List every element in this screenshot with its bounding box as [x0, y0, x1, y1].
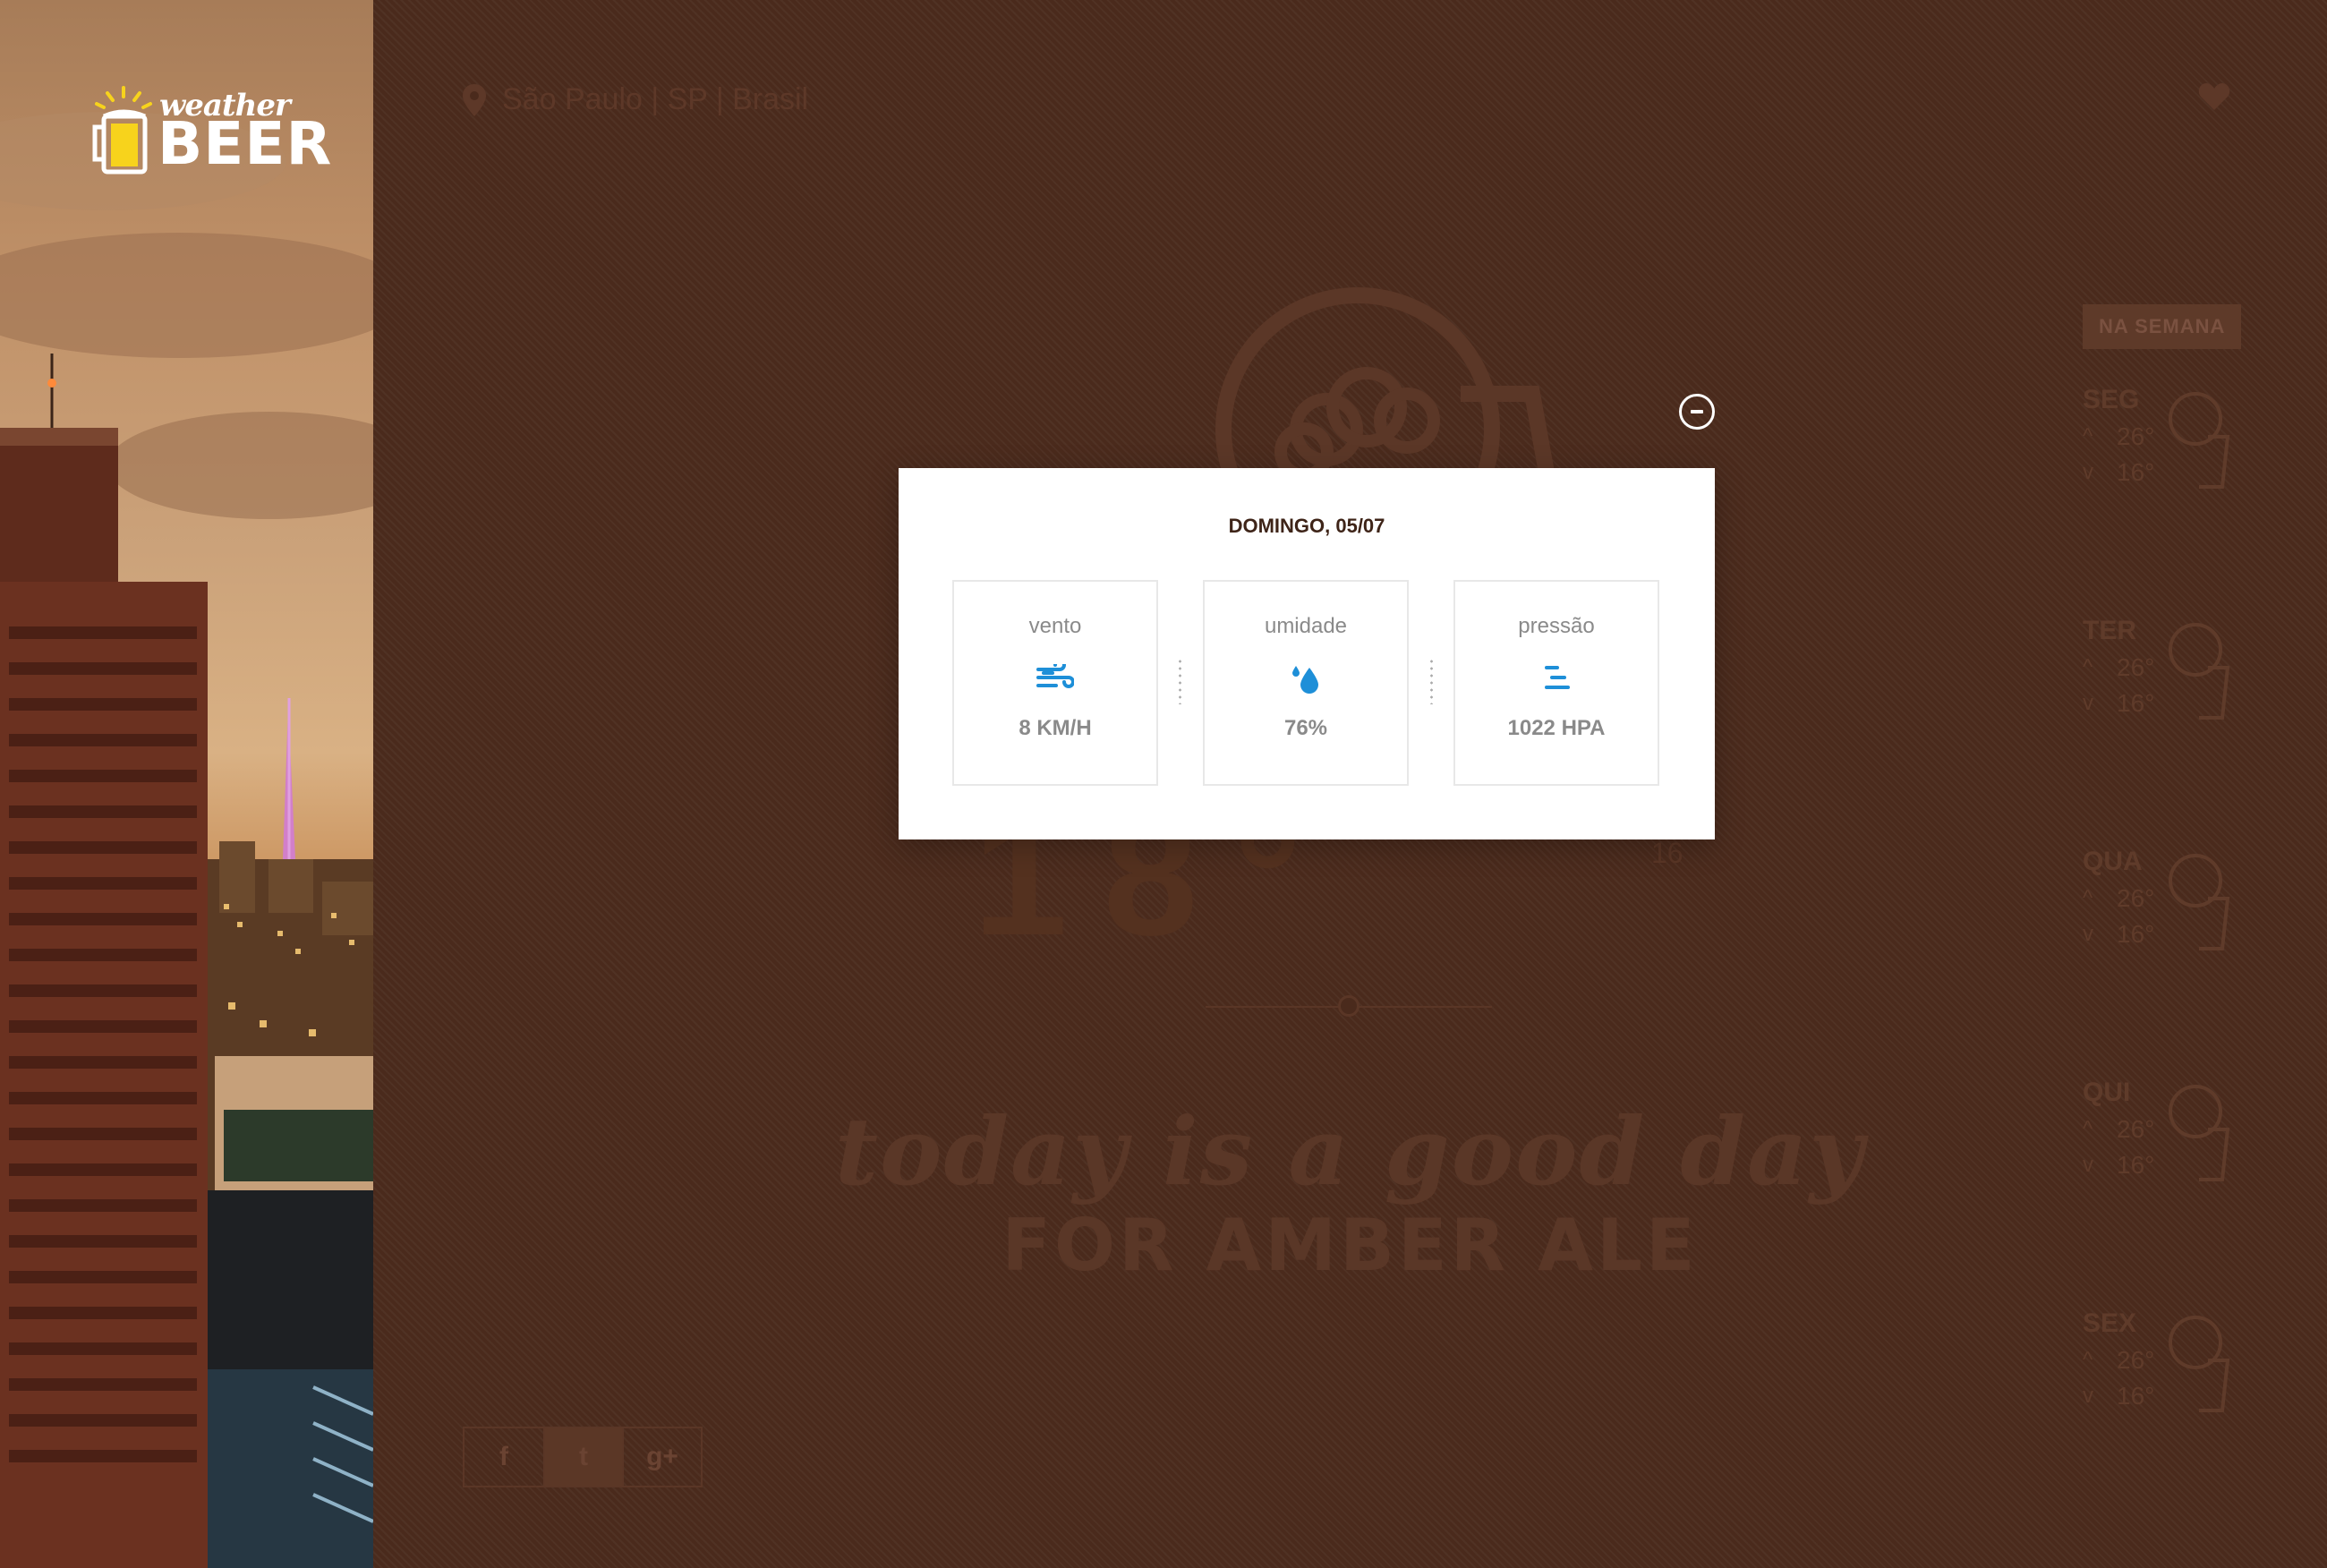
day-details-modal: DOMINGO, 05/07 vento 8 KM/H umidade 76% [899, 468, 1715, 839]
city-skyline-illustration [0, 112, 373, 1568]
wind-icon [1036, 664, 1074, 688]
stat-value: 76% [1283, 716, 1328, 740]
arrow-up-icon: ^ [2083, 1348, 2093, 1372]
stat-separator [1179, 658, 1181, 704]
day-forecast[interactable]: SEG ^ 26° v 16° [2083, 385, 2253, 580]
day-forecast[interactable]: QUA ^ 26° v 16° [2083, 847, 2253, 1042]
beer-mug-logo-icon [92, 86, 152, 175]
facebook-button[interactable]: f [465, 1428, 543, 1486]
day-forecast[interactable]: SEX ^ 26° v 16° [2083, 1308, 2253, 1504]
humidity-card: umidade 76% [1203, 580, 1409, 786]
arrow-down-icon: v [2083, 691, 2093, 715]
city-photo: weather BEER [0, 0, 373, 1568]
day-min-temp: 16° [2117, 920, 2155, 948]
stat-label: umidade [1264, 614, 1348, 638]
hop-icon [1338, 995, 1360, 1017]
day-min-temp: 16° [2117, 689, 2155, 717]
arrow-up-icon: ^ [2083, 655, 2093, 679]
day-max-temp: 26° [2117, 884, 2155, 912]
stat-value: 1022 HPA [1507, 716, 1606, 740]
facebook-icon: f [499, 1442, 508, 1471]
location-pin-icon [463, 83, 486, 116]
tagline-top: today is a good day [835, 1096, 1865, 1206]
modal-date: DOMINGO, 05/07 [1228, 515, 1385, 537]
arrow-up-icon: ^ [2083, 1117, 2093, 1141]
minus-icon [1691, 410, 1703, 413]
arrow-down-icon: v [2083, 1153, 2093, 1177]
beer-glass-icon [2169, 854, 2230, 950]
arrow-up-icon: ^ [2083, 424, 2093, 448]
day-name: TER [2083, 616, 2136, 645]
day-min-temp: 16° [2117, 1151, 2155, 1179]
day-max-temp: 26° [2117, 1346, 2155, 1374]
arrow-down-icon: v [2083, 922, 2093, 946]
logo-beer-text: BEER [158, 109, 333, 178]
week-forecast: NA SEMANA SEG ^ 26° v 16° TER ^ 26° v 16… [2083, 304, 2253, 1504]
day-max-temp: 26° [2117, 1115, 2155, 1143]
arrow-up-icon: ^ [2083, 886, 2093, 910]
wind-card: vento 8 KM/H [952, 580, 1158, 786]
day-max-temp: 26° [2117, 653, 2155, 681]
google-plus-icon: g+ [646, 1442, 678, 1471]
day-name: SEG [2083, 385, 2140, 414]
social-share: f t g+ [463, 1427, 703, 1487]
twitter-button[interactable]: t [543, 1428, 622, 1486]
location[interactable]: São Paulo | SP | Brasil [463, 82, 808, 117]
day-min-temp: 16° [2117, 458, 2155, 486]
beer-glass-icon [2169, 1316, 2230, 1412]
arrow-down-icon: v [2083, 1384, 2093, 1408]
arrow-down-icon: v [2083, 460, 2093, 484]
stat-separator [1430, 658, 1433, 704]
stat-label: pressão [1518, 614, 1595, 638]
background-min-temp: 16 [1651, 837, 1683, 869]
day-forecast[interactable]: TER ^ 26° v 16° [2083, 616, 2253, 811]
tagline-beer: FOR AMBER ALE [1002, 1204, 1699, 1287]
day-name: QUA [2083, 847, 2143, 876]
beer-glass-icon [2169, 623, 2230, 720]
day-max-temp: 26° [2117, 422, 2155, 450]
droplet-icon [1292, 666, 1318, 694]
day-name: SEX [2083, 1308, 2137, 1338]
beer-glass-icon [2169, 1085, 2230, 1181]
pressure-icon [1545, 666, 1570, 689]
day-name: QUI [2083, 1078, 2131, 1107]
close-modal-button[interactable] [1679, 394, 1715, 430]
heart-icon[interactable] [2198, 82, 2230, 111]
twitter-icon: t [579, 1442, 588, 1471]
pressure-card: pressão 1022 HPA [1453, 580, 1659, 786]
stat-label: vento [1028, 614, 1082, 638]
day-forecast[interactable]: QUI ^ 26° v 16° [2083, 1078, 2253, 1273]
location-text: São Paulo | SP | Brasil [502, 82, 809, 116]
app-logo[interactable]: weather BEER [88, 82, 331, 181]
stat-value: 8 KM/H [1019, 716, 1092, 740]
week-badge[interactable]: NA SEMANA [2083, 304, 2242, 349]
day-min-temp: 16° [2117, 1382, 2155, 1410]
google-plus-button[interactable]: g+ [622, 1428, 701, 1486]
beer-glass-icon [2169, 392, 2230, 489]
